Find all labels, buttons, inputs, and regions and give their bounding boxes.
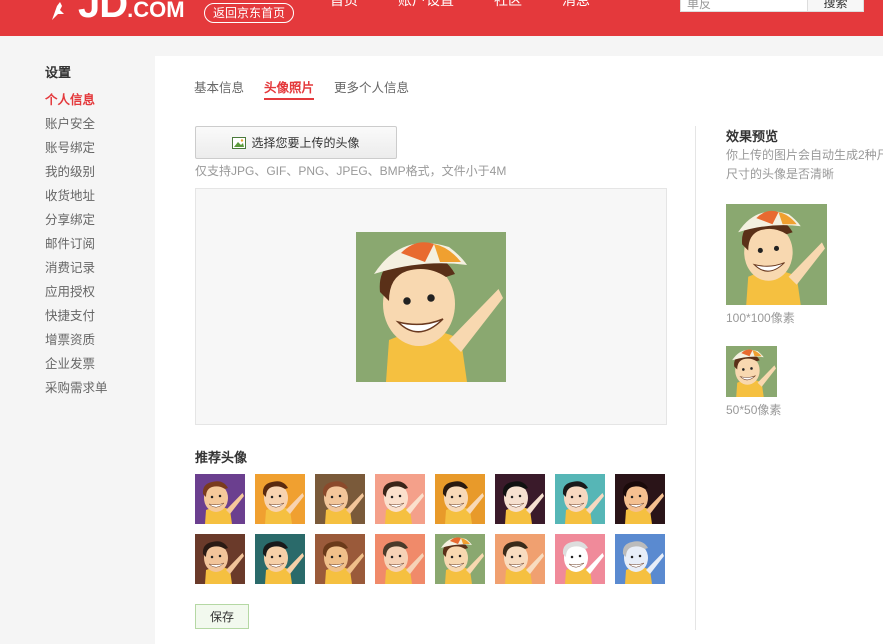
recommended-avatar-6[interactable] [495, 474, 545, 524]
main-panel: 基本信息 头像照片 更多个人信息 选择您要上传的头像 仅支持JPG、GIF、PN… [155, 56, 883, 644]
recommended-avatar-9[interactable] [195, 534, 245, 584]
nav-community[interactable]: 社区 [494, 0, 522, 8]
sidebar-item-consumption-record[interactable]: 消费记录 [45, 256, 108, 280]
logo-wordmark: JD.COM [78, 0, 185, 26]
recommended-avatar-1[interactable] [195, 474, 245, 524]
sidebar-item-address[interactable]: 收货地址 [45, 184, 108, 208]
sidebar-menu: 个人信息 账户安全 账号绑定 我的级别 收货地址 分享绑定 邮件订阅 消费记录 … [45, 88, 108, 400]
sidebar-title: 设置 [45, 65, 72, 80]
recommended-avatar-13[interactable] [435, 534, 485, 584]
recommended-avatar-16[interactable] [615, 534, 665, 584]
avatar-preview-100 [726, 204, 827, 305]
recommended-avatars-grid [195, 474, 667, 584]
sidebar-item-share-binding[interactable]: 分享绑定 [45, 208, 108, 232]
sidebar-item-account-security[interactable]: 账户安全 [45, 112, 108, 136]
sidebar-item-purchase-request[interactable]: 采购需求单 [45, 376, 108, 400]
recommended-avatar-14[interactable] [495, 534, 545, 584]
recommended-avatar-2[interactable] [255, 474, 305, 524]
search-box: 搜索 [680, 0, 864, 12]
sidebar-item-my-level[interactable]: 我的级别 [45, 160, 108, 184]
size-label-100: 100*100像素 [726, 311, 795, 325]
profile-tabs: 基本信息 头像照片 更多个人信息 [194, 77, 429, 100]
recommended-avatar-15[interactable] [555, 534, 605, 584]
vertical-divider [695, 126, 696, 630]
sidebar-item-personal-info[interactable]: 个人信息 [45, 88, 108, 112]
avatar-preview-50 [726, 346, 777, 397]
effect-preview-title: 效果预览 [726, 129, 779, 144]
upload-avatar-button[interactable]: 选择您要上传的头像 [195, 126, 397, 159]
effect-preview-description: 你上传的图片会自动生成2种尺 尺寸的头像是否清晰 [726, 146, 883, 184]
sidebar-item-vat-qualification[interactable]: 增票资质 [45, 328, 108, 352]
search-button[interactable]: 搜索 [807, 0, 863, 11]
tab-avatar[interactable]: 头像照片 [264, 77, 315, 100]
search-input[interactable] [681, 0, 809, 11]
tab-basic-info[interactable]: 基本信息 [194, 77, 244, 100]
recommended-avatar-8[interactable] [615, 474, 665, 524]
tab-more-info[interactable]: 更多个人信息 [334, 77, 409, 100]
sidebar: 设置 个人信息 账户安全 账号绑定 我的级别 收货地址 分享绑定 邮件订阅 消费… [0, 36, 155, 644]
sidebar-item-quick-pay[interactable]: 快捷支付 [45, 304, 108, 328]
recommended-avatar-7[interactable] [555, 474, 605, 524]
recommended-avatars-title: 推荐头像 [195, 450, 248, 465]
avatar-crop-area[interactable] [195, 188, 667, 425]
effect-desc-line1: 你上传的图片会自动生成2种尺 [726, 148, 883, 162]
upload-button-label: 选择您要上传的头像 [251, 136, 360, 150]
effect-desc-line2: 尺寸的头像是否清晰 [726, 167, 835, 181]
nav-home[interactable]: 首页 [330, 0, 358, 8]
recommended-avatar-10[interactable] [255, 534, 305, 584]
recommended-avatar-3[interactable] [315, 474, 365, 524]
recommended-avatar-11[interactable] [315, 534, 365, 584]
current-avatar-image [356, 232, 506, 382]
nav-account-settings[interactable]: 账户设置 [398, 0, 454, 8]
recommended-avatar-5[interactable] [435, 474, 485, 524]
return-home-link[interactable]: 返回京东首页 [204, 3, 295, 23]
recommended-avatar-4[interactable] [375, 474, 425, 524]
top-nav: 首页 账户设置 社区 消息 [330, 0, 630, 8]
jd-logo[interactable]: JD.COM [48, 0, 185, 30]
sidebar-item-company-invoice[interactable]: 企业发票 [45, 352, 108, 376]
picture-icon [232, 136, 247, 149]
jd-dog-icon [52, 2, 64, 20]
save-button[interactable]: 保存 [195, 604, 249, 629]
top-bar: JD.COM 返回京东首页 首页 账户设置 社区 消息 搜索 [0, 0, 883, 36]
size-label-50: 50*50像素 [726, 403, 782, 417]
sidebar-item-account-binding[interactable]: 账号绑定 [45, 136, 108, 160]
sidebar-item-app-authorization[interactable]: 应用授权 [45, 280, 108, 304]
recommended-avatar-12[interactable] [375, 534, 425, 584]
nav-messages[interactable]: 消息 [562, 0, 590, 8]
sidebar-item-email-subscription[interactable]: 邮件订阅 [45, 232, 108, 256]
upload-format-tip: 仅支持JPG、GIF、PNG、JPEG、BMP格式，文件小于4M [195, 164, 507, 178]
